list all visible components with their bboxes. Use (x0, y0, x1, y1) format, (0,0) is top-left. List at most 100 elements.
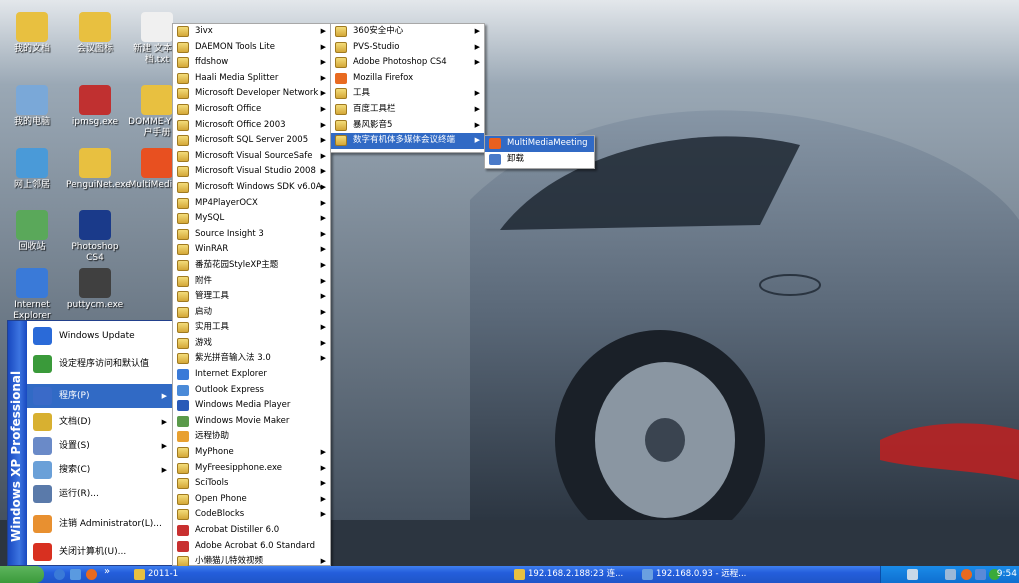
submenu-item[interactable]: 工具 ▶ (331, 86, 484, 102)
programs-menu-item[interactable]: CodeBlocks ▶ (173, 507, 330, 523)
programs-menu-item[interactable]: Microsoft Visual Studio 2008 ▶ (173, 164, 330, 180)
submenu-item[interactable]: Mozilla Firefox (331, 71, 484, 87)
programs-menu-item[interactable]: 番茄花园StyleXP主题 ▶ (173, 258, 330, 274)
start-menu-item[interactable]: 搜索(C) ▶ (27, 458, 173, 482)
submenu-item[interactable]: PVS-Studio ▶ (331, 40, 484, 56)
programs-menu-item[interactable]: 管理工具 ▶ (173, 289, 330, 305)
programs-menu-item[interactable]: Microsoft Visual SourceSafe ▶ (173, 149, 330, 165)
tray-network-icon[interactable] (907, 569, 918, 580)
desktop-icon[interactable]: PenguiNet.exe (66, 148, 131, 191)
desktop-icon[interactable]: 网上邻居 (3, 148, 61, 191)
submenu-item[interactable]: 数字有机体多媒体会议终端 ▶ (331, 133, 484, 149)
desktop-icon-image (79, 12, 111, 42)
start-menu-item[interactable]: 注销 Administrator(L)... (27, 512, 173, 536)
tray-app-icon[interactable] (961, 569, 972, 580)
taskbar-button[interactable]: 192.168.2.188:23 连... (512, 567, 634, 582)
programs-menu-item[interactable]: 启动 ▶ (173, 305, 330, 321)
submenu-arrow-icon: ▶ (320, 307, 326, 316)
programs-menu-item[interactable]: Acrobat Distiller 6.0 (173, 523, 330, 539)
submenu-item-label: 工具 (353, 88, 371, 99)
desktop-icon-image (16, 210, 48, 240)
show-desktop-icon[interactable] (70, 569, 81, 580)
folder-icon (177, 291, 189, 303)
start-menu-item[interactable]: 设置(S) ▶ (27, 434, 173, 458)
programs-menu-item-label: Microsoft SQL Server 2005 (195, 135, 309, 146)
start-menu-item[interactable]: 关闭计算机(U)... (27, 540, 173, 564)
tray-arrows-icon[interactable] (945, 569, 956, 580)
ie-icon[interactable] (54, 569, 65, 580)
programs-menu-item[interactable]: Microsoft Developer Network ▶ (173, 86, 330, 102)
submenu-item[interactable]: Adobe Photoshop CS4 ▶ (331, 55, 484, 71)
programs-menu-item-label: 远程协助 (195, 431, 230, 442)
clock[interactable]: 9:54 (997, 567, 1017, 582)
programs-menu-item[interactable]: Microsoft Office ▶ (173, 102, 330, 118)
programs-menu-item[interactable]: ffdshow ▶ (173, 55, 330, 71)
desktop-icon[interactable]: 我的电脑 (3, 85, 61, 128)
programs-menu-item[interactable]: SciTools ▶ (173, 476, 330, 492)
programs-menu-item[interactable]: MySQL ▶ (173, 211, 330, 227)
submenu-item[interactable]: 卸载 (485, 152, 594, 168)
programs-menu-item[interactable]: 游戏 ▶ (173, 336, 330, 352)
programs-menu-item[interactable]: Windows Media Player (173, 398, 330, 414)
submenu-arrow-icon: ▶ (474, 104, 480, 113)
firefox-icon[interactable] (86, 569, 97, 580)
programs-menu-item[interactable]: Microsoft SQL Server 2005 ▶ (173, 133, 330, 149)
desktop-icon[interactable]: ipmsg.exe (66, 85, 124, 128)
programs-menu-item[interactable]: Microsoft Windows SDK v6.0A ▶ (173, 180, 330, 196)
tray-monitor-icon[interactable] (975, 569, 986, 580)
programs-menu-item[interactable]: Haali Media Splitter ▶ (173, 71, 330, 87)
start-menu-item[interactable]: 程序(P) ▶ (27, 384, 173, 408)
program-icon (177, 540, 189, 552)
programs-menu-item[interactable]: MP4PlayerOCX ▶ (173, 196, 330, 212)
programs-menu-item[interactable]: 附件 ▶ (173, 274, 330, 290)
submenu-arrow-icon: ▶ (320, 58, 326, 67)
programs-menu-item-label: Open Phone (195, 493, 247, 504)
programs-menu-item[interactable]: MyPhone ▶ (173, 445, 330, 461)
start-menu-item[interactable]: 文档(D) ▶ (27, 410, 173, 434)
programs-menu-item-label: Microsoft Visual SourceSafe (195, 150, 313, 161)
desktop-icon[interactable]: 我的文档 (3, 12, 61, 55)
program-icon (177, 384, 189, 396)
start-menu-item[interactable]: Windows Update (27, 324, 173, 348)
desktop-icon[interactable]: Internet Explorer (3, 268, 61, 322)
taskbar-button[interactable]: 192.168.0.93 - 远程... (640, 567, 760, 582)
desktop-icon[interactable]: 会议图标 (66, 12, 124, 55)
programs-menu-item[interactable]: Source Insight 3 ▶ (173, 227, 330, 243)
quick-launch-more[interactable]: » (104, 566, 110, 577)
submenu-arrow-icon: ▶ (320, 510, 326, 519)
programs-menu-item[interactable]: Internet Explorer (173, 367, 330, 383)
desktop-icon-image (79, 268, 111, 298)
start-button[interactable] (0, 566, 44, 583)
programs-menu-item[interactable]: 实用工具 ▶ (173, 320, 330, 336)
programs-menu-item[interactable]: WinRAR ▶ (173, 242, 330, 258)
desktop-icon-label: 我的电脑 (13, 117, 50, 127)
submenu-item[interactable]: 360安全中心 ▶ (331, 24, 484, 40)
folder-icon (177, 166, 189, 178)
programs-menu-item[interactable]: Outlook Express (173, 383, 330, 399)
desktop-icon[interactable]: puttycm.exe (66, 268, 124, 311)
start-menu-item[interactable]: 设定程序访问和默认值 (27, 352, 173, 376)
submenu-item-label: MultiMediaMeeting (507, 138, 588, 148)
programs-menu-item[interactable]: 3ivx ▶ (173, 24, 330, 40)
folder-icon (177, 213, 189, 225)
programs-menu-item[interactable]: 远程协助 (173, 429, 330, 445)
programs-menu-item[interactable]: Microsoft Office 2003 ▶ (173, 118, 330, 134)
desktop-icon[interactable]: 回收站 (3, 210, 61, 253)
desktop-icon[interactable]: Photoshop CS4 (66, 210, 124, 264)
submenu-arrow-icon: ▶ (474, 89, 480, 98)
submenu-item[interactable]: 百度工具栏 ▶ (331, 102, 484, 118)
taskbar-button[interactable]: 2011-1 (132, 567, 178, 582)
submenu-item[interactable]: MultiMediaMeeting (485, 136, 594, 152)
programs-menu-item[interactable]: 紫光拼音输入法 3.0 ▶ (173, 351, 330, 367)
programs-menu-item[interactable]: MyFreesipphone.exe ▶ (173, 461, 330, 477)
start-menu-item[interactable]: 运行(R)... (27, 482, 173, 506)
programs-menu-item[interactable]: Open Phone ▶ (173, 492, 330, 508)
programs-menu-item[interactable]: Adobe Acrobat 6.0 Standard (173, 539, 330, 555)
submenu-item[interactable]: 暴风影音5 ▶ (331, 118, 484, 134)
programs-menu-item[interactable]: Windows Movie Maker (173, 414, 330, 430)
submenu-arrow-icon: ▶ (320, 198, 326, 207)
desktop-icon-image (16, 85, 48, 115)
programs-menu-item-label: 3ivx (195, 26, 213, 36)
programs-menu-item[interactable]: DAEMON Tools Lite ▶ (173, 40, 330, 56)
folder-icon (177, 57, 189, 69)
